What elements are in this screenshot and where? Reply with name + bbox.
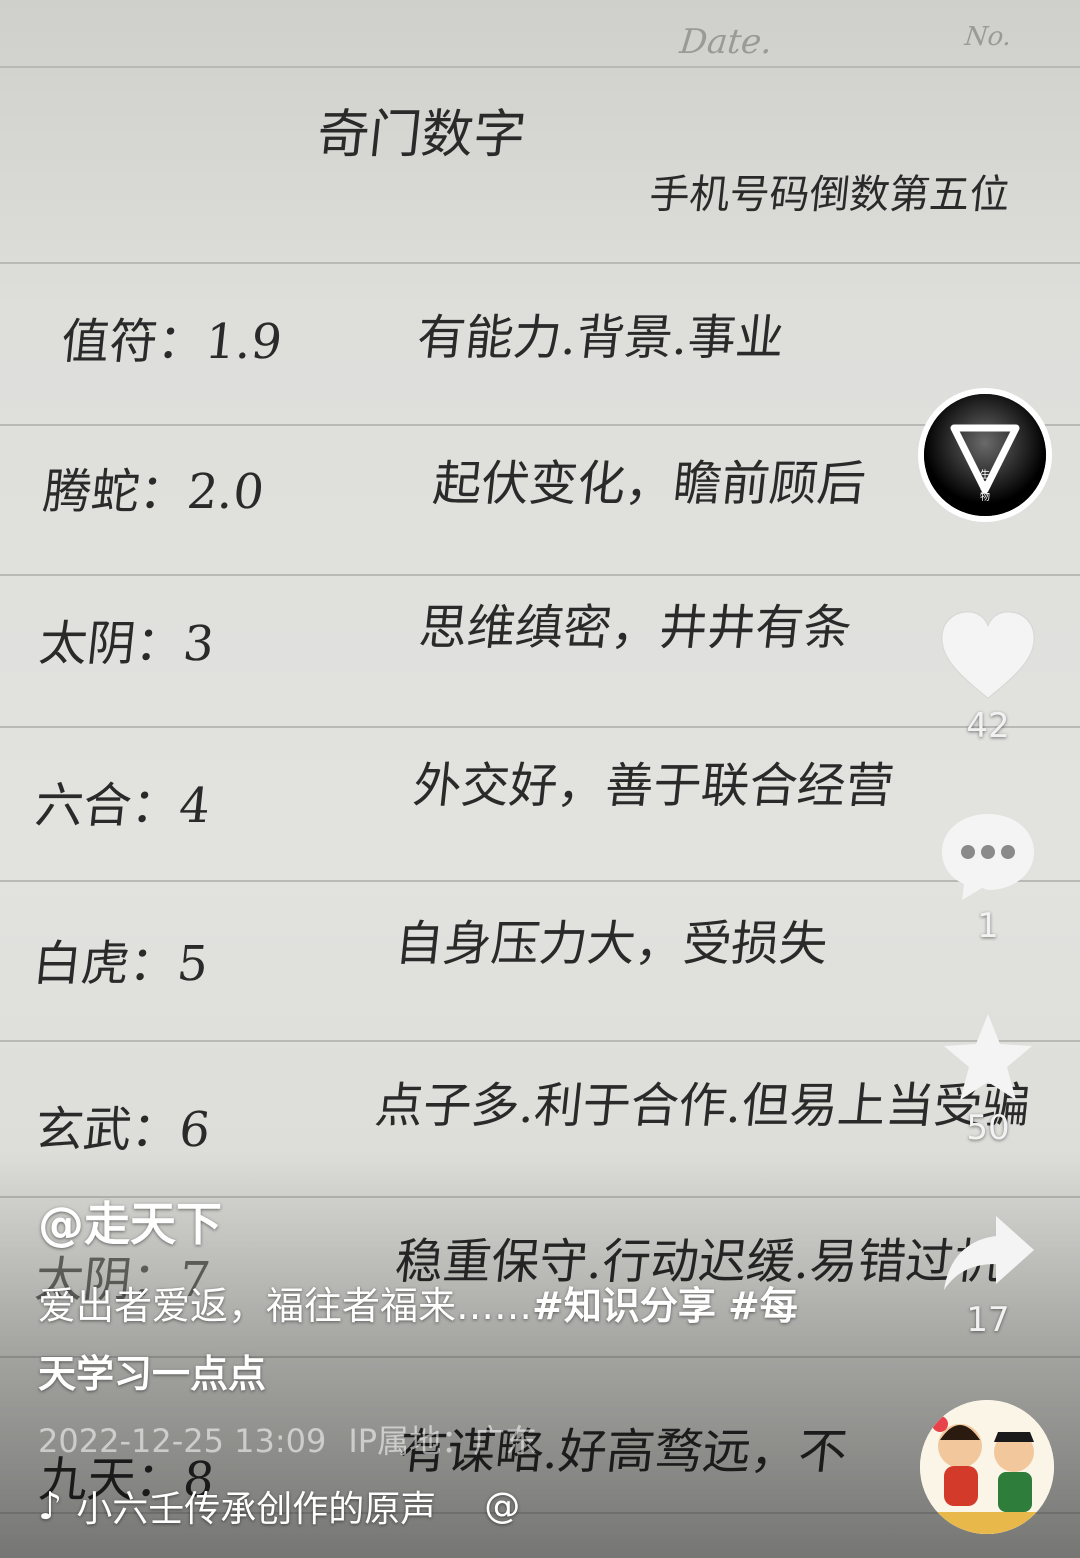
like-count: 42 (966, 706, 1010, 746)
music-disc[interactable] (920, 1400, 1054, 1534)
line-meaning: 起伏变化，瞻前顾后 (430, 456, 869, 512)
line-name: 腾蛇：2.0 (40, 464, 267, 520)
post-date: 2022-12-25 13:09 (38, 1422, 327, 1460)
music-title: 小六壬传承创作的原声 (76, 1489, 437, 1530)
line-meaning: 有能力.背景.事业 (414, 310, 787, 366)
music-at: @ (484, 1485, 521, 1527)
line-meaning: 思维缜密，井井有条 (416, 600, 855, 656)
favorite-count: 50 (966, 1108, 1010, 1148)
like-button[interactable]: 42 (918, 610, 1058, 746)
date-label: Date. (677, 22, 775, 62)
notebook-title: 奇门数字 (314, 105, 529, 165)
favorite-button[interactable]: 50 (918, 1010, 1058, 1148)
share-count: 17 (966, 1300, 1010, 1340)
line-name: 玄武：6 (32, 1102, 213, 1158)
notebook-subtitle: 手机号码倒数第五位 (647, 172, 1012, 218)
comment-icon (942, 814, 1034, 900)
caption-text: 爱出者爱返，福往者福来…… (38, 1284, 533, 1328)
tiktok-note-icon: ♪ (38, 1484, 63, 1528)
hashtag-link[interactable]: #知识分享 (532, 1284, 716, 1328)
heart-icon (941, 611, 1035, 699)
no-label: No. (963, 22, 1013, 52)
music-disc-artwork-icon (920, 1400, 1054, 1534)
share-button[interactable]: 17 (918, 1210, 1058, 1340)
line-meaning: 自身压力大，受损失 (392, 916, 831, 972)
line-name: 值符：1.9 (58, 314, 285, 370)
star-icon (944, 1014, 1032, 1100)
line-name: 太阴：3 (36, 616, 217, 672)
avatar-text: 生万物 (980, 470, 990, 503)
post-caption: 爱出者爱返，福往者福来……#知识分享 #每天学习一点点 (38, 1272, 808, 1408)
line-meaning: 外交好，善于联合经营 (410, 758, 897, 814)
post-meta: 2022-12-25 13:09 IP属地：广东 (38, 1416, 559, 1462)
music-info[interactable]: ♪ 小六壬传承创作的原声 @ (38, 1480, 520, 1532)
avatar-image: 生万物 (924, 394, 1046, 516)
comment-count: 1 (977, 906, 999, 946)
comment-button[interactable]: 1 (918, 810, 1058, 946)
line-name: 白虎：5 (30, 936, 211, 992)
ip-location: IP属地：广东 (348, 1422, 538, 1460)
share-arrow-icon (944, 1216, 1034, 1290)
line-name: 六合：4 (32, 778, 213, 834)
author-name[interactable]: @走天下 (38, 1188, 222, 1254)
author-avatar[interactable]: 生万物 (918, 388, 1052, 522)
